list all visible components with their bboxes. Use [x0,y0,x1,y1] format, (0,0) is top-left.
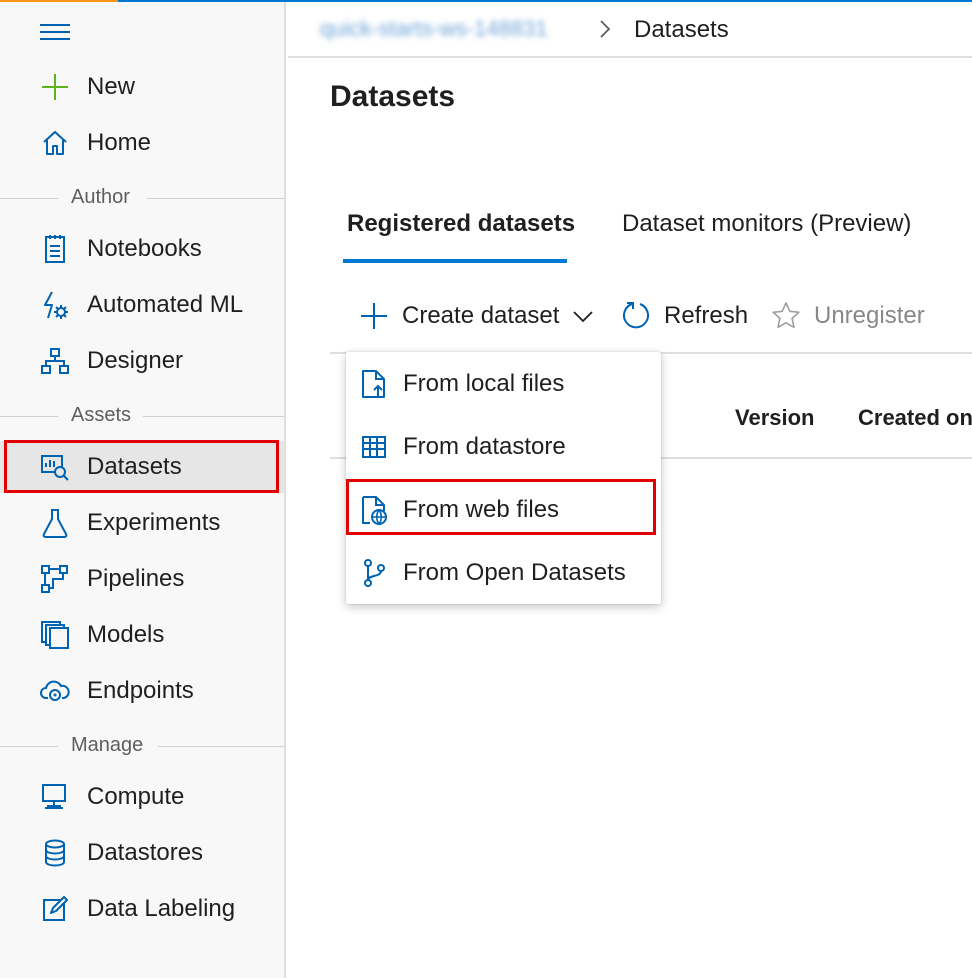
sidebar-item-label: Datasets [87,453,182,480]
sidebar-item-label: Home [87,129,152,156]
sidebar-item-label: Models [87,621,165,648]
section-manage: Manage [0,734,284,758]
menu-item-from-open-datasets[interactable]: From Open Datasets [346,541,661,604]
sidebar: New Home Author Notebooks Automated ML D… [0,2,286,978]
create-dataset-menu: From local files From datastore From web… [346,352,661,604]
menu-item-label: From Open Datasets [403,558,626,586]
datasets-icon [40,452,70,482]
active-tab-indicator [343,259,567,263]
designer-icon [40,346,70,376]
refresh-button[interactable]: Refresh [620,296,748,336]
open-datasets-icon [360,558,388,588]
sidebar-item-label: Endpoints [87,677,194,704]
table-icon [360,432,388,462]
automated-ml-icon [40,290,70,320]
sidebar-item-home[interactable]: Home [0,117,284,169]
sidebar-item-endpoints[interactable]: Endpoints [0,665,284,717]
breadcrumb-workspace-link[interactable]: quick-starts-ws-148831 [320,16,547,42]
create-dataset-button[interactable]: Create dataset [358,296,595,336]
home-icon [40,128,70,158]
unregister-button[interactable]: Unregister [770,296,925,336]
sidebar-item-label: Designer [87,347,184,374]
tab-dataset-monitors[interactable]: Dataset monitors (Preview) [622,210,911,238]
section-label: Manage [71,734,144,756]
breadcrumb-current: Datasets [634,16,729,43]
breadcrumb: quick-starts-ws-148831 Datasets [288,2,972,58]
sidebar-item-label: Datastores [87,839,204,866]
sidebar-item-datastores[interactable]: Datastores [0,827,284,879]
sidebar-item-new[interactable]: New [0,61,284,113]
menu-item-label: From local files [403,369,565,397]
create-dataset-label: Create dataset [402,302,560,329]
plus-icon [358,300,390,332]
menu-item-label: From datastore [403,432,566,460]
tab-registered-datasets[interactable]: Registered datasets [347,210,575,238]
endpoint-cloud-icon [40,676,70,706]
section-author: Author [0,186,284,210]
sidebar-item-experiments[interactable]: Experiments [0,497,284,549]
pipeline-icon [40,564,70,594]
flask-icon [40,508,70,538]
refresh-icon [620,300,652,332]
models-icon [40,620,70,650]
sidebar-item-label: Compute [87,783,185,810]
star-icon [770,300,802,332]
sidebar-item-pipelines[interactable]: Pipelines [0,553,284,605]
section-label: Author [71,186,130,208]
menu-item-from-web-files[interactable]: From web files [346,478,661,541]
refresh-label: Refresh [664,302,749,329]
sidebar-item-automated-ml[interactable]: Automated ML [0,279,284,331]
section-label: Assets [71,404,132,426]
plus-icon [40,72,70,102]
chevron-right-icon [600,20,611,38]
database-icon [40,838,70,868]
sidebar-item-datasets[interactable]: Datasets [0,441,284,493]
sidebar-item-compute[interactable]: Compute [0,771,284,823]
sidebar-item-notebooks[interactable]: Notebooks [0,223,284,275]
sidebar-item-label: Notebooks [87,235,202,262]
hamburger-menu-icon[interactable] [40,22,70,42]
sidebar-item-label: Data Labeling [87,895,236,922]
edit-label-icon [40,894,70,924]
sidebar-item-label: Experiments [87,509,221,536]
unregister-label: Unregister [814,302,925,329]
sidebar-item-label: Automated ML [87,291,244,318]
sidebar-item-data-labeling[interactable]: Data Labeling [0,883,284,935]
sidebar-item-label: Pipelines [87,565,185,592]
notebook-icon [40,234,70,264]
page-title: Datasets [330,80,456,113]
web-file-icon [360,495,388,525]
menu-item-from-local-files[interactable]: From local files [346,352,661,415]
compute-monitor-icon [40,782,70,812]
section-assets: Assets [0,404,284,428]
chevron-down-icon [571,304,595,328]
menu-item-label: From web files [403,495,560,523]
sidebar-item-label: New [87,73,136,100]
column-header-created-on[interactable]: Created on [858,405,972,431]
sidebar-item-designer[interactable]: Designer [0,335,284,387]
menu-item-from-datastore[interactable]: From datastore [346,415,661,478]
column-header-version[interactable]: Version [735,405,814,431]
sidebar-item-models[interactable]: Models [0,609,284,661]
file-upload-icon [360,369,388,399]
